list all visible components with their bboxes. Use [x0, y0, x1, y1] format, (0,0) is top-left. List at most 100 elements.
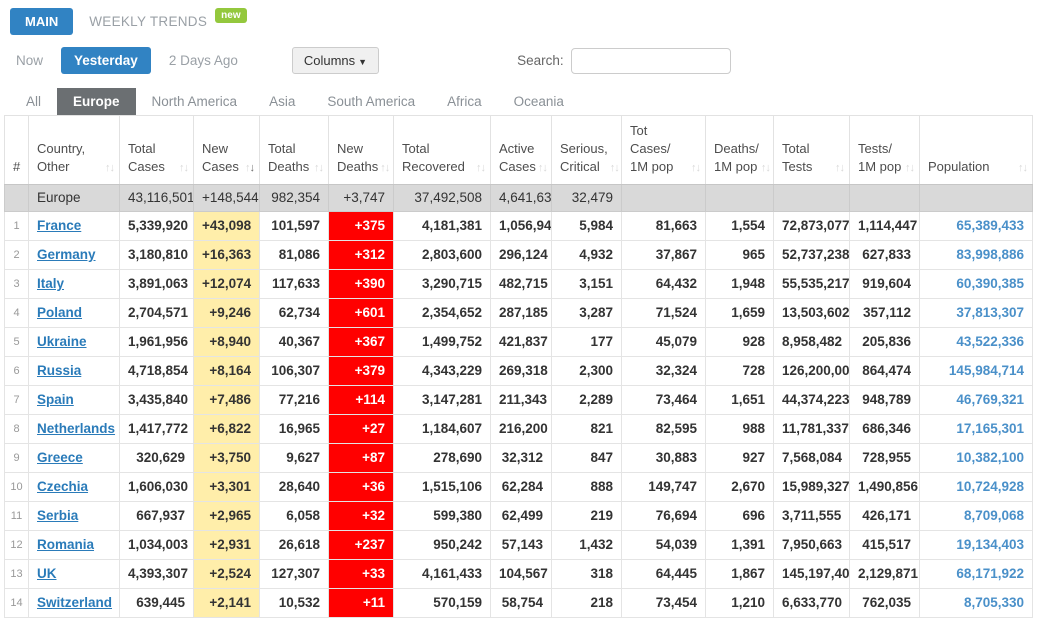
- cell-population[interactable]: 68,171,922: [920, 559, 1033, 588]
- cell-population[interactable]: 83,998,886: [920, 240, 1033, 269]
- cell-active-cases: 211,343: [491, 385, 552, 414]
- cell-total-recovered: 4,161,433: [394, 559, 491, 588]
- cell-total-deaths: 117,633: [260, 269, 329, 298]
- country-link[interactable]: Italy: [37, 276, 64, 291]
- tab-south-america[interactable]: South America: [311, 88, 431, 115]
- cell-active-cases: 1,056,942: [491, 211, 552, 240]
- column-header[interactable]: Tot Cases/ 1M pop↑↓: [622, 116, 706, 185]
- country-link[interactable]: Greece: [37, 450, 83, 465]
- column-header: #: [5, 116, 29, 185]
- column-header[interactable]: Deaths/ 1M pop↑↓: [706, 116, 774, 185]
- country-link[interactable]: Russia: [37, 363, 81, 378]
- cell-total-deaths: 28,640: [260, 472, 329, 501]
- tab-oceania[interactable]: Oceania: [498, 88, 580, 115]
- country-link[interactable]: France: [37, 218, 81, 233]
- cell-total-recovered: 3,147,281: [394, 385, 491, 414]
- country-link[interactable]: Spain: [37, 392, 74, 407]
- cell-new-deaths: +375: [329, 211, 394, 240]
- cell-population[interactable]: 19,134,403: [920, 530, 1033, 559]
- table-header-row: #Country, Other↑↓Total Cases↑↓New Cases↑…: [5, 116, 1033, 185]
- column-header[interactable]: New Cases↑↓: [194, 116, 260, 185]
- cell-total-deaths: 81,086: [260, 240, 329, 269]
- tab-north-america[interactable]: North America: [136, 88, 254, 115]
- cell-population[interactable]: 145,984,714: [920, 356, 1033, 385]
- sort-icon: ↑↓: [177, 161, 188, 176]
- cell-new-deaths: +87: [329, 443, 394, 472]
- country-link[interactable]: Serbia: [37, 508, 78, 523]
- sort-icon: ↑↓: [243, 161, 254, 176]
- cell-tests-per-1m: 627,833: [850, 240, 920, 269]
- cell-population[interactable]: 8,709,068: [920, 501, 1033, 530]
- country-link[interactable]: Poland: [37, 305, 82, 320]
- yesterday-button[interactable]: Yesterday: [61, 47, 151, 74]
- now-button[interactable]: Now: [10, 47, 49, 74]
- controls-bar: Now Yesterday 2 Days Ago Columns▼ Search…: [10, 47, 1037, 74]
- country-link[interactable]: Netherlands: [37, 421, 115, 436]
- cell-population[interactable]: 8,705,330: [920, 588, 1033, 617]
- cell-total-recovered: 2,803,600: [394, 240, 491, 269]
- table-row: 11Serbia667,937+2,9656,058+32599,38062,4…: [5, 501, 1033, 530]
- cell-cases-per-1m: 73,464: [622, 385, 706, 414]
- cell-total-tests: 55,535,217: [774, 269, 850, 298]
- cell-rank: 4: [5, 298, 29, 327]
- cell-total-tests: 15,989,327: [774, 472, 850, 501]
- cell-population[interactable]: 17,165,301: [920, 414, 1033, 443]
- cell-population[interactable]: 60,390,385: [920, 269, 1033, 298]
- cell-cases-per-1m: 81,663: [622, 211, 706, 240]
- cell-cases-per-1m: 64,432: [622, 269, 706, 298]
- column-header[interactable]: Total Cases↑↓: [120, 116, 194, 185]
- cell-population[interactable]: 10,724,928: [920, 472, 1033, 501]
- weekly-trends-tab[interactable]: WEEKLY TRENDS: [89, 14, 207, 29]
- cell-total-tests: 44,374,223: [774, 385, 850, 414]
- table-row: 3Italy3,891,063+12,074117,633+3903,290,7…: [5, 269, 1033, 298]
- cell-tests-per-1m: 426,171: [850, 501, 920, 530]
- cell-new-cases: +6,822: [194, 414, 260, 443]
- main-tab-button[interactable]: MAIN: [10, 8, 73, 35]
- table-row: 1France5,339,920+43,098101,597+3754,181,…: [5, 211, 1033, 240]
- cell-total-cases: 3,435,840: [120, 385, 194, 414]
- cell-tests-per-1m: 686,346: [850, 414, 920, 443]
- cell-total-recovered: 570,159: [394, 588, 491, 617]
- cell-population[interactable]: 46,769,321: [920, 385, 1033, 414]
- cell-population[interactable]: 10,382,100: [920, 443, 1033, 472]
- two-days-ago-button[interactable]: 2 Days Ago: [163, 47, 244, 74]
- cell-deaths-per-1m: 696: [706, 501, 774, 530]
- search-input[interactable]: [571, 48, 731, 74]
- tab-africa[interactable]: Africa: [431, 88, 498, 115]
- tab-europe[interactable]: Europe: [57, 88, 136, 115]
- cell-population[interactable]: 43,522,336: [920, 327, 1033, 356]
- tab-asia[interactable]: Asia: [253, 88, 311, 115]
- country-link[interactable]: Switzerland: [37, 595, 112, 610]
- cell-cases-per-1m: 54,039: [622, 530, 706, 559]
- country-link[interactable]: Czechia: [37, 479, 88, 494]
- column-header[interactable]: Country, Other↑↓: [29, 116, 120, 185]
- cell-new-deaths: +114: [329, 385, 394, 414]
- column-header[interactable]: Total Recovered↑↓: [394, 116, 491, 185]
- cell-rank: 9: [5, 443, 29, 472]
- column-header[interactable]: Total Deaths↑↓: [260, 116, 329, 185]
- cell-total-deaths: 982,354: [260, 184, 329, 211]
- column-header[interactable]: Total Tests↑↓: [774, 116, 850, 185]
- country-link[interactable]: UK: [37, 566, 57, 581]
- country-link[interactable]: Romania: [37, 537, 94, 552]
- cell-tests-per-1m: 919,604: [850, 269, 920, 298]
- cell-total-cases: 2,704,571: [120, 298, 194, 327]
- column-header-label: Deaths/ 1M pop: [714, 140, 759, 176]
- cell-new-deaths: +367: [329, 327, 394, 356]
- table-row: 2Germany3,180,810+16,36381,086+3122,803,…: [5, 240, 1033, 269]
- cell-population[interactable]: 65,389,433: [920, 211, 1033, 240]
- table-row: 5Ukraine1,961,956+8,94040,367+3671,499,7…: [5, 327, 1033, 356]
- country-link[interactable]: Ukraine: [37, 334, 87, 349]
- column-header[interactable]: Population↑↓: [920, 116, 1033, 185]
- tab-all[interactable]: All: [10, 88, 57, 115]
- cell-active-cases: 482,715: [491, 269, 552, 298]
- column-header[interactable]: New Deaths↑↓: [329, 116, 394, 185]
- country-link[interactable]: Germany: [37, 247, 96, 262]
- column-header[interactable]: Serious, Critical↑↓: [552, 116, 622, 185]
- cell-population[interactable]: 37,813,307: [920, 298, 1033, 327]
- columns-dropdown-button[interactable]: Columns▼: [292, 47, 379, 74]
- column-header[interactable]: Active Cases↑↓: [491, 116, 552, 185]
- column-header[interactable]: Tests/ 1M pop↑↓: [850, 116, 920, 185]
- table-row: 8Netherlands1,417,772+6,82216,965+271,18…: [5, 414, 1033, 443]
- cell-new-cases: +3,301: [194, 472, 260, 501]
